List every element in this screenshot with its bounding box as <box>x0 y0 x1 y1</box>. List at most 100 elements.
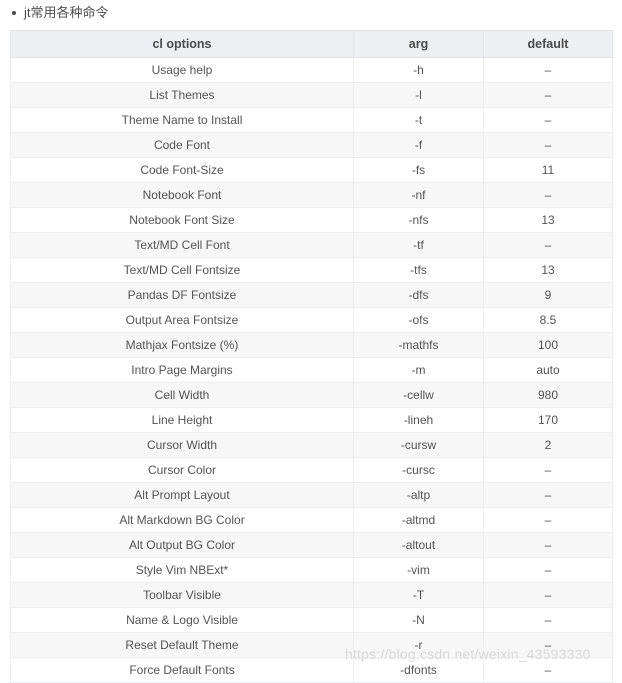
table-row: Style Vim NBExt* -vim – <box>10 557 613 583</box>
cell-arg: -dfonts <box>353 657 484 683</box>
cell-arg: -h <box>353 57 484 83</box>
cell-option: Cursor Color <box>10 457 354 483</box>
cell-default: auto <box>483 357 613 383</box>
table-row: Cursor Color -cursc – <box>10 457 613 483</box>
cell-default: – <box>483 57 613 83</box>
cell-arg: -m <box>353 357 484 383</box>
cell-option: Alt Prompt Layout <box>10 482 354 508</box>
cell-arg: -ofs <box>353 307 484 333</box>
table-row: List Themes -l – <box>10 82 613 108</box>
table-row: Code Font -f – <box>10 132 613 158</box>
cell-option: Alt Output BG Color <box>10 532 354 558</box>
cell-arg: -lineh <box>353 407 484 433</box>
cell-arg: -altmd <box>353 507 484 533</box>
cell-arg: -T <box>353 582 484 608</box>
cell-arg: -altout <box>353 532 484 558</box>
heading-item: jt常用各种命令 <box>0 0 622 26</box>
cell-option: Reset Default Theme <box>10 632 354 658</box>
cell-default: 100 <box>483 332 613 358</box>
table-row: Text/MD Cell Fontsize -tfs 13 <box>10 257 613 283</box>
cell-option: Cell Width <box>10 382 354 408</box>
cell-arg: -t <box>353 107 484 133</box>
cell-option: Text/MD Cell Fontsize <box>10 257 354 283</box>
cell-arg: -fs <box>353 157 484 183</box>
table-row: Alt Markdown BG Color -altmd – <box>10 507 613 533</box>
cell-option: Notebook Font <box>10 182 354 208</box>
cell-arg: -vim <box>353 557 484 583</box>
cell-arg: -tfs <box>353 257 484 283</box>
table-row: Intro Page Margins -m auto <box>10 357 613 383</box>
table-row: Pandas DF Fontsize -dfs 9 <box>10 282 613 308</box>
cell-option: List Themes <box>10 82 354 108</box>
cell-arg: -f <box>353 132 484 158</box>
cell-default: – <box>483 507 613 533</box>
cell-arg: -tf <box>353 232 484 258</box>
cell-default: – <box>483 582 613 608</box>
cell-default: – <box>483 657 613 683</box>
table-row: Output Area Fontsize -ofs 8.5 <box>10 307 613 333</box>
table-row: Line Height -lineh 170 <box>10 407 613 433</box>
column-header-arg: arg <box>353 30 484 58</box>
cell-default: – <box>483 607 613 633</box>
page-title: jt常用各种命令 <box>24 5 109 20</box>
cell-default: – <box>483 632 613 658</box>
cl-options-table-container: cl options arg default Usage help -h – List… <box>10 30 613 683</box>
cell-option: Code Font <box>10 132 354 158</box>
cell-option: Text/MD Cell Font <box>10 232 354 258</box>
cell-default: 9 <box>483 282 613 308</box>
cell-arg: -altp <box>353 482 484 508</box>
table-row: Alt Output BG Color -altout – <box>10 532 613 558</box>
cell-option: Mathjax Fontsize (%) <box>10 332 354 358</box>
cell-arg: -cursw <box>353 432 484 458</box>
cell-default: – <box>483 132 613 158</box>
cell-default: – <box>483 557 613 583</box>
cell-option: Code Font-Size <box>10 157 354 183</box>
table-row: Name & Logo Visible -N – <box>10 607 613 633</box>
cell-option: Style Vim NBExt* <box>10 557 354 583</box>
table-row: Text/MD Cell Font -tf – <box>10 232 613 258</box>
cell-option: Name & Logo Visible <box>10 607 354 633</box>
cell-option: Line Height <box>10 407 354 433</box>
table-row: Mathjax Fontsize (%) -mathfs 100 <box>10 332 613 358</box>
cell-arg: -nf <box>353 182 484 208</box>
cell-option: Pandas DF Fontsize <box>10 282 354 308</box>
cell-option: Force Default Fonts <box>10 657 354 683</box>
cell-default: 170 <box>483 407 613 433</box>
table-row: Theme Name to Install -t – <box>10 107 613 133</box>
column-header-cl-options: cl options <box>10 30 354 58</box>
column-header-default: default <box>483 30 613 58</box>
table-header: cl options arg default <box>10 30 613 58</box>
table-body: Usage help -h – List Themes -l – Theme Name to… <box>10 57 613 683</box>
cell-option: Theme Name to Install <box>10 107 354 133</box>
cell-default: – <box>483 107 613 133</box>
cell-arg: -l <box>353 82 484 108</box>
cell-default: – <box>483 232 613 258</box>
cell-option: Toolbar Visible <box>10 582 354 608</box>
cell-default: – <box>483 457 613 483</box>
table-row: Usage help -h – <box>10 57 613 83</box>
cell-default: – <box>483 482 613 508</box>
cell-option: Notebook Font Size <box>10 207 354 233</box>
cell-default: 11 <box>483 157 613 183</box>
cell-option: Intro Page Margins <box>10 357 354 383</box>
table-row: Force Default Fonts -dfonts – <box>10 657 613 683</box>
table-row: Notebook Font -nf – <box>10 182 613 208</box>
table-row: Reset Default Theme -r – <box>10 632 613 658</box>
cell-default: – <box>483 532 613 558</box>
table-row: Toolbar Visible -T – <box>10 582 613 608</box>
table-header-row: cl options arg default <box>10 30 613 58</box>
cell-option: Alt Markdown BG Color <box>10 507 354 533</box>
cell-default: 13 <box>483 257 613 283</box>
cell-arg: -cursc <box>353 457 484 483</box>
heading-bullet-list: jt常用各种命令 <box>0 0 622 26</box>
table-row: Cell Width -cellw 980 <box>10 382 613 408</box>
cell-default: 13 <box>483 207 613 233</box>
cell-option: Cursor Width <box>10 432 354 458</box>
cell-arg: -r <box>353 632 484 658</box>
table-row: Notebook Font Size -nfs 13 <box>10 207 613 233</box>
cell-default: – <box>483 182 613 208</box>
cell-arg: -cellw <box>353 382 484 408</box>
cell-default: 980 <box>483 382 613 408</box>
table-row: Cursor Width -cursw 2 <box>10 432 613 458</box>
cell-default: – <box>483 82 613 108</box>
